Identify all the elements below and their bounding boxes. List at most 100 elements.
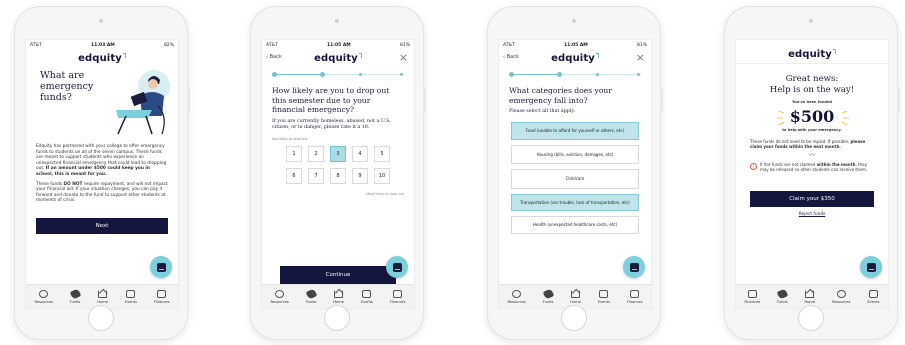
- question-block: How likely are you to drop out this seme…: [262, 86, 414, 196]
- page-title: What are emergency funds?: [40, 70, 94, 103]
- edquity-logo: edquity: [314, 52, 362, 64]
- category-housing[interactable]: Housing (bills, eviction, damages, etc): [511, 144, 639, 164]
- rating-option[interactable]: 6: [286, 168, 302, 185]
- tab-funds[interactable]: Funds: [69, 287, 81, 304]
- tab-resources[interactable]: Resources: [832, 289, 850, 304]
- warning-text: If the funds are not claimed within the …: [760, 161, 868, 173]
- screen-funded: edquity Great news: Help is on the way! …: [735, 39, 889, 309]
- tab-funds[interactable]: Funds: [305, 287, 317, 304]
- speaker: [335, 19, 339, 23]
- amount-block: $500: [736, 107, 888, 127]
- repayment-paragraph: These funds DO NOT require repayment, an…: [36, 181, 168, 204]
- question-title: How likely are you to drop out this seme…: [272, 86, 390, 114]
- funded-label: You've been funded: [792, 100, 832, 104]
- home-button[interactable]: [798, 305, 824, 331]
- side-button: [660, 87, 663, 113]
- rating-option[interactable]: 4: [352, 146, 368, 163]
- back-button[interactable]: ‹ Back: [503, 54, 519, 60]
- sparkle-icon: [777, 110, 849, 126]
- chat-icon: [866, 262, 876, 272]
- status-bar: AT&T 11:05 AM 81%: [499, 40, 651, 50]
- clock: 11:05 AM: [563, 42, 588, 48]
- home-button[interactable]: [88, 305, 114, 331]
- tab-home[interactable]: Home: [805, 289, 815, 304]
- category-health[interactable]: Health (unexpected healthcare costs, etc…: [511, 216, 639, 234]
- clock: 11:05 AM: [326, 42, 351, 48]
- tab-resources[interactable]: Resources: [270, 289, 289, 304]
- screen-what-are-funds: AT&T 11:03 AM 82% edquity What are emerg…: [25, 39, 179, 309]
- category-food[interactable]: Food (unable to afford for yourself or o…: [511, 122, 639, 140]
- app-header: ‹ Back edquity ×: [499, 50, 651, 66]
- question-subtext: If you are currently homeless, abused, n…: [272, 118, 391, 130]
- hero: What are emergency funds?: [26, 66, 178, 144]
- student-illustration: [116, 70, 170, 135]
- tab-resources[interactable]: Resources: [507, 289, 526, 304]
- category-transportation[interactable]: Transportation (car trouble, lack of tra…: [511, 193, 639, 211]
- tab-finances[interactable]: Finances: [744, 289, 760, 304]
- back-button[interactable]: ‹ Back: [266, 54, 282, 60]
- next-button[interactable]: Next: [36, 217, 168, 234]
- chat-fab-button[interactable]: [623, 256, 645, 278]
- screen-emergency-categories: AT&T 11:05 AM 81% ‹ Back edquity × What …: [498, 39, 652, 309]
- claim-button[interactable]: Claim your $350: [750, 190, 874, 207]
- help-label: to help with your emergency.: [782, 128, 842, 132]
- home-icon: [571, 289, 581, 298]
- rating-option[interactable]: 10: [374, 168, 390, 185]
- funds-icon: [69, 287, 81, 300]
- category-list: Food (unable to afford for yourself or o…: [499, 122, 651, 234]
- tab-events[interactable]: Events: [598, 289, 610, 304]
- tab-home[interactable]: Home: [570, 289, 581, 304]
- chat-fab-button[interactable]: [860, 256, 882, 278]
- calendar-icon: [126, 289, 136, 298]
- close-icon[interactable]: ×: [636, 51, 645, 64]
- rating-option-selected[interactable]: 3: [330, 146, 346, 163]
- tab-funds[interactable]: Funds: [776, 287, 789, 304]
- status-bar: AT&T 11:03 AM 82%: [26, 40, 178, 50]
- tab-resources[interactable]: Resources: [34, 289, 53, 304]
- side-button: [423, 87, 426, 113]
- tab-events[interactable]: Events: [867, 289, 880, 304]
- tab-events[interactable]: Events: [125, 289, 137, 304]
- app-header: ‹ Back edquity ×: [262, 50, 414, 66]
- phone-frame-2: AT&T 11:05 AM 81% ‹ Back edquity × How l…: [250, 6, 426, 340]
- tab-home[interactable]: Home: [97, 289, 108, 304]
- chat-fab-button[interactable]: [150, 256, 172, 278]
- scale-low-label: Not likely to drop out: [272, 137, 308, 142]
- category-childcare[interactable]: Childcare: [511, 169, 639, 189]
- step-progress: [509, 70, 641, 78]
- home-button[interactable]: [561, 305, 587, 331]
- carrier: AT&T: [503, 42, 515, 48]
- rating-option[interactable]: 9: [352, 168, 368, 185]
- tab-events[interactable]: Events: [361, 289, 373, 304]
- rating-option[interactable]: 1: [286, 146, 302, 163]
- question-block: What categories does your emergency fall…: [499, 86, 651, 114]
- step-progress: [272, 70, 404, 78]
- tab-finances[interactable]: Finances: [627, 289, 643, 304]
- reject-funds-link[interactable]: Reject funds: [736, 212, 888, 217]
- rating-option[interactable]: 2: [308, 146, 324, 163]
- tab-finances[interactable]: Finances: [390, 289, 406, 304]
- intro-paragraph: Edquity has partnered with your college …: [36, 144, 167, 177]
- chat-fab-button[interactable]: [386, 256, 408, 278]
- continue-button[interactable]: Continue: [280, 266, 396, 284]
- carrier: AT&T: [266, 42, 278, 48]
- speaker: [809, 19, 813, 23]
- battery: 82%: [163, 42, 174, 48]
- rating-option[interactable]: 5: [374, 146, 390, 163]
- funds-icon: [305, 287, 317, 300]
- warning-icon: !: [750, 162, 757, 170]
- home-button[interactable]: [324, 305, 350, 331]
- tab-finances[interactable]: Finances: [154, 289, 170, 304]
- tab-home[interactable]: Home: [333, 289, 344, 304]
- tab-funds[interactable]: Funds: [542, 287, 554, 304]
- rating-option[interactable]: 7: [308, 168, 324, 185]
- rating-option[interactable]: 8: [330, 168, 346, 185]
- calendar-icon: [599, 289, 609, 298]
- intro-content: Edquity has partnered with your college …: [26, 144, 178, 234]
- side-button: [897, 87, 900, 113]
- chat-icon: [156, 262, 166, 272]
- funds-icon: [542, 287, 554, 300]
- wallet-icon: [747, 289, 757, 298]
- question-title: What categories does your emergency fall…: [509, 86, 612, 105]
- close-icon[interactable]: ×: [399, 51, 408, 64]
